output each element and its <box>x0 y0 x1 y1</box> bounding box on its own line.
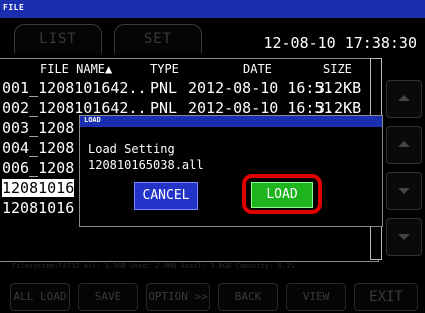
save-button[interactable]: SAVE <box>78 283 138 311</box>
cell-file-name: 004_1208 <box>2 139 75 157</box>
datetime-display: 12-08-10 17:38:30 <box>263 34 417 52</box>
column-header-size[interactable]: SIZE <box>323 62 352 76</box>
table-row[interactable]: 001_1208101642.. PNL 2012-08-10 16:51 3.… <box>0 79 372 97</box>
load-button[interactable]: LOAD <box>251 182 313 208</box>
column-header-date[interactable]: DATE <box>243 62 272 76</box>
cell-file-name: 006_1208 <box>2 159 75 177</box>
tab-list-label: LIST <box>39 31 77 47</box>
option-button[interactable]: OPTION >> <box>146 283 210 311</box>
column-header-file-name[interactable]: FILE NAME▲ <box>40 62 112 76</box>
cell-file-name: 12081016 <box>2 179 75 197</box>
dialog-title-bar: LOAD <box>80 116 382 127</box>
cell-file-name: 003_1208 <box>2 119 75 137</box>
title-bar: FILE <box>0 0 425 18</box>
filesystem-status: Filesystem:FAT32 All: 3.9GB Used: 2.9MB … <box>12 262 295 270</box>
cancel-button[interactable]: CANCEL <box>134 182 198 210</box>
cell-file-name: 12081016 <box>2 199 75 217</box>
dialog-title: LOAD <box>84 116 101 124</box>
exit-button[interactable]: EXIT <box>354 283 418 311</box>
cell-file-name: 001_1208101642.. <box>2 79 147 97</box>
dialog-message: Load Setting <box>88 142 175 156</box>
page-down-button[interactable] <box>386 218 422 256</box>
view-button[interactable]: VIEW <box>286 283 346 311</box>
load-dialog: LOAD Load Setting 120810165038.all CANCE… <box>79 115 383 227</box>
all-load-button[interactable]: ALL LOAD <box>10 283 70 311</box>
tab-list[interactable]: LIST <box>14 24 102 53</box>
triangle-up-icon <box>398 95 410 101</box>
cell-date: 2012-08-10 16:51 <box>188 79 333 97</box>
window-title: FILE <box>3 3 25 12</box>
scroll-up-button[interactable] <box>386 126 422 164</box>
triangle-down-icon <box>398 234 410 240</box>
triangle-down-icon <box>398 188 410 194</box>
dialog-filename: 120810165038.all <box>88 158 204 172</box>
cell-size: 3.2KB <box>316 79 362 97</box>
back-button[interactable]: BACK <box>218 283 278 311</box>
scroll-down-button[interactable] <box>386 172 422 210</box>
column-header-type[interactable]: TYPE <box>150 62 179 76</box>
triangle-up-icon <box>398 141 410 147</box>
page-up-button[interactable] <box>386 80 422 118</box>
tab-set[interactable]: SET <box>114 24 202 53</box>
tab-set-label: SET <box>143 31 173 47</box>
file-screen: FILE LIST SET 12-08-10 17:38:30 FILE NAM… <box>0 0 425 313</box>
cell-type: PNL <box>150 79 178 97</box>
file-list-header: FILE NAME▲ TYPE DATE SIZE <box>0 59 378 77</box>
